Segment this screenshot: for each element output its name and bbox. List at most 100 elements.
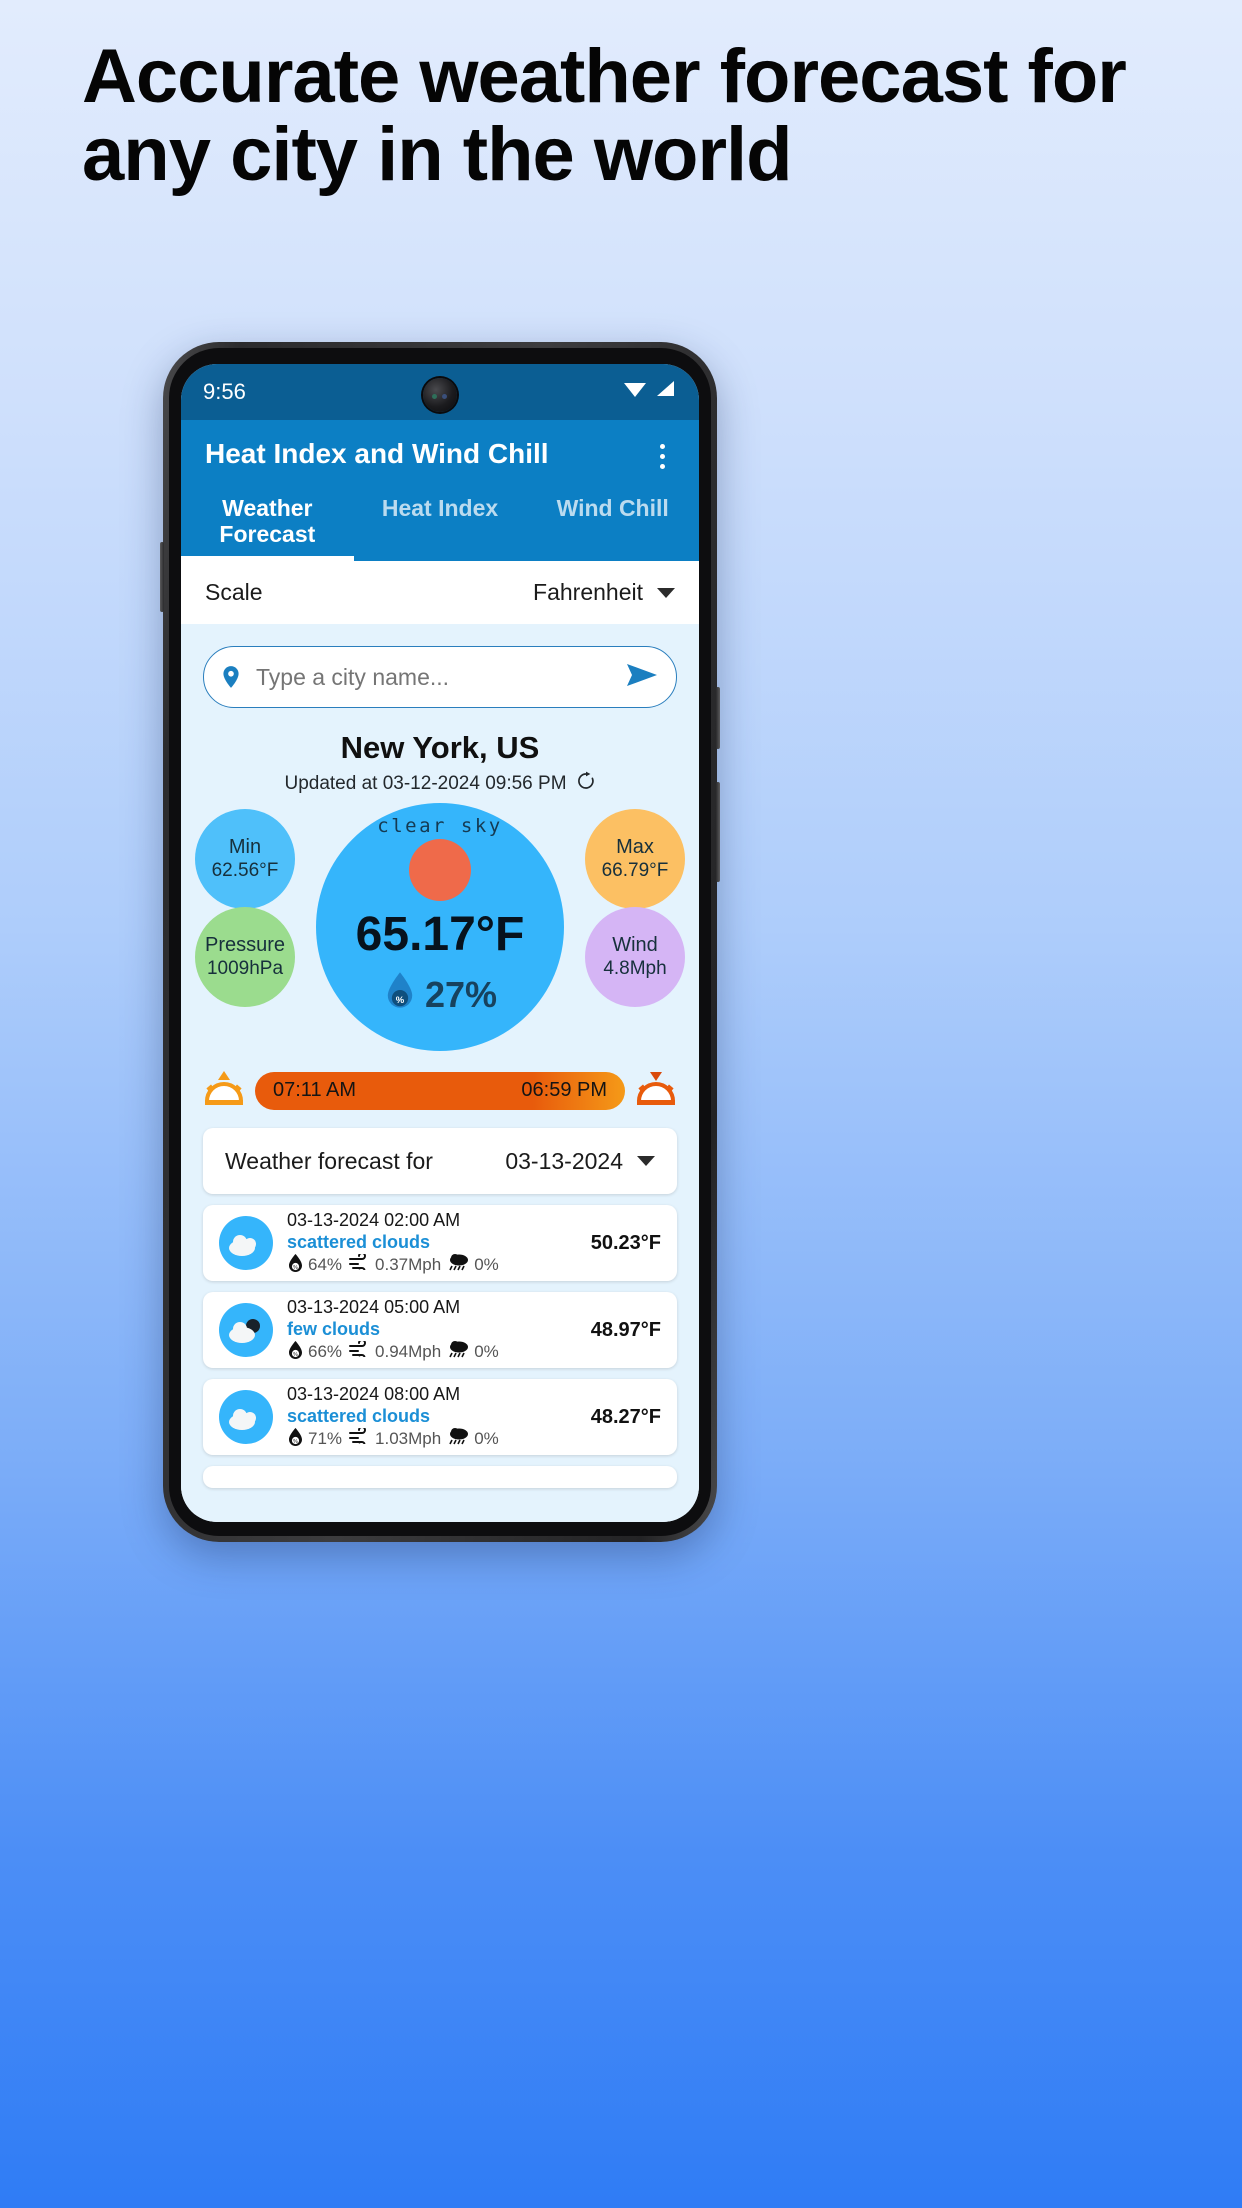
forecast-datetime: 03-13-2024 08:00 AM [287, 1383, 461, 1404]
phone-volume-button [716, 782, 720, 882]
humidity-icon: % [287, 1427, 304, 1451]
forecast-datetime: 03-13-2024 05:00 AM [287, 1296, 461, 1317]
tab-bar: Weather Forecast Heat Index Wind Chill [181, 485, 699, 561]
refresh-icon[interactable] [576, 771, 596, 797]
updated-row: Updated at 03-12-2024 09:56 PM [181, 771, 699, 797]
main-weather-circle: clear sky 65.17°F % 27% [316, 803, 564, 1051]
tab-weather-forecast[interactable]: Weather Forecast [181, 485, 354, 561]
phone-power-button [716, 687, 720, 749]
tab-heat-index[interactable]: Heat Index [354, 485, 527, 561]
location-pin-icon [218, 664, 244, 690]
scale-dropdown[interactable]: Fahrenheit [533, 579, 675, 606]
sunrise-icon [203, 1069, 245, 1112]
svg-text:%: % [293, 1352, 298, 1358]
precipitation-icon [448, 1340, 470, 1363]
forecast-datetime: 03-13-2024 02:00 AM [287, 1209, 461, 1230]
overflow-menu-icon[interactable] [650, 438, 675, 475]
bubble-pressure: Pressure 1009hPa [195, 907, 295, 1007]
condition-text: clear sky [377, 815, 503, 837]
bubble-min: Min 62.56°F [195, 809, 295, 909]
table-row[interactable]: 03-13-2024 02:00 AM scattered clouds % 6… [203, 1205, 677, 1281]
tab-wind-chill[interactable]: Wind Chill [526, 485, 699, 561]
send-icon[interactable] [626, 662, 658, 693]
forecast-wind: 0.37Mph [375, 1254, 442, 1274]
bubble-wind-value: 4.8Mph [603, 958, 667, 979]
bubble-min-value: 62.56°F [211, 860, 279, 881]
humidity-value: 27% [424, 973, 498, 1015]
svg-text:%: % [293, 1265, 298, 1271]
forecast-date-selector[interactable]: Weather forecast for 03-13-2024 [203, 1128, 677, 1194]
cellular-signal-icon [655, 379, 677, 405]
bubble-wind-label: Wind [612, 934, 658, 956]
precipitation-icon [448, 1427, 470, 1450]
app-title: Heat Index and Wind Chill [205, 438, 549, 469]
current-temperature: 65.17°F [355, 908, 525, 961]
bubble-pressure-label: Pressure [204, 934, 286, 956]
wind-icon [349, 1252, 371, 1275]
forecast-temp: 50.23°F [590, 1231, 661, 1254]
table-row[interactable]: 03-13-2024 05:00 AM few clouds % 66% 0.9… [203, 1292, 677, 1368]
bubble-min-label: Min [228, 836, 262, 858]
table-row[interactable]: 03-13-2024 08:00 AM scattered clouds % 7… [203, 1379, 677, 1455]
forecast-selector-label: Weather forecast for [225, 1147, 433, 1174]
page-title: Accurate weather forecast for any city i… [82, 34, 1127, 197]
scale-value: Fahrenheit [533, 579, 643, 605]
phone-left-button [160, 542, 164, 612]
forecast-temp: 48.97°F [590, 1318, 661, 1341]
current-conditions-circles: Min 62.56°F Max 66.79°F Pressure 1009hPa… [181, 803, 699, 1063]
scale-label: Scale [205, 579, 263, 605]
humidity-row: % 27% [316, 971, 564, 1018]
few-clouds-night-icon [219, 1303, 273, 1357]
svg-text:%: % [396, 995, 405, 1006]
forecast-humidity: 66% [308, 1341, 343, 1361]
forecast-humidity: 64% [308, 1254, 343, 1274]
status-bar: 9:56 [181, 364, 699, 420]
sunset-icon [635, 1069, 677, 1112]
daylight-track: 07:11 AM 06:59 PM [255, 1071, 625, 1110]
bubble-pressure-value: 1009hPa [206, 958, 284, 979]
bubble-wind: Wind 4.8Mph [585, 907, 685, 1007]
city-name: New York, US [340, 730, 540, 765]
sunrise-time: 07:11 AM [273, 1079, 357, 1101]
bubble-max-value: 66.79°F [601, 860, 669, 881]
clear-sky-sun-icon [409, 839, 471, 901]
phone-mockup: 9:56 Heat Index and Wind Chill Weather F… [160, 342, 720, 1542]
search-input[interactable] [256, 663, 614, 691]
svg-text:%: % [293, 1439, 298, 1445]
phone-screen: 9:56 Heat Index and Wind Chill Weather F… [181, 364, 699, 1522]
humidity-icon: % [287, 1340, 304, 1364]
forecast-wind: 0.94Mph [375, 1341, 442, 1361]
updated-text: Updated at 03-12-2024 09:56 PM [284, 773, 567, 794]
forecast-description: scattered clouds [287, 1231, 431, 1252]
app-bar: Heat Index and Wind Chill [181, 420, 699, 485]
wind-icon [349, 1426, 371, 1449]
bubble-max-label: Max [616, 836, 654, 858]
forecast-precip: 0% [474, 1428, 499, 1448]
forecast-selected-date: 03-13-2024 [505, 1147, 623, 1174]
scale-row: Scale Fahrenheit [181, 561, 699, 624]
chevron-down-icon [657, 587, 675, 598]
wifi-icon [622, 379, 648, 405]
city-search-box[interactable] [203, 646, 677, 708]
precipitation-icon [448, 1253, 470, 1276]
forecast-description: few clouds [287, 1318, 381, 1339]
forecast-description: scattered clouds [287, 1405, 431, 1426]
forecast-humidity: 71% [308, 1428, 343, 1448]
sun-times-bar: 07:11 AM 06:59 PM [181, 1065, 699, 1112]
humidity-drop-icon: % [383, 971, 417, 1018]
forecast-wind: 1.03Mph [375, 1428, 442, 1448]
sunset-time: 06:59 PM [521, 1079, 607, 1101]
status-time: 9:56 [203, 379, 246, 404]
chevron-down-icon [637, 1156, 655, 1166]
forecast-temp: 48.27°F [590, 1405, 661, 1428]
bubble-max: Max 66.79°F [585, 809, 685, 909]
front-camera [423, 378, 457, 412]
scattered-clouds-icon [219, 1390, 273, 1444]
table-row-partial[interactable] [203, 1466, 677, 1488]
forecast-precip: 0% [474, 1254, 499, 1274]
forecast-precip: 0% [474, 1341, 499, 1361]
weather-forecast-panel: New York, US Updated at 03-12-2024 09:56… [181, 624, 699, 1522]
scattered-clouds-icon [219, 1216, 273, 1270]
wind-icon [349, 1339, 371, 1362]
humidity-icon: % [287, 1253, 304, 1277]
